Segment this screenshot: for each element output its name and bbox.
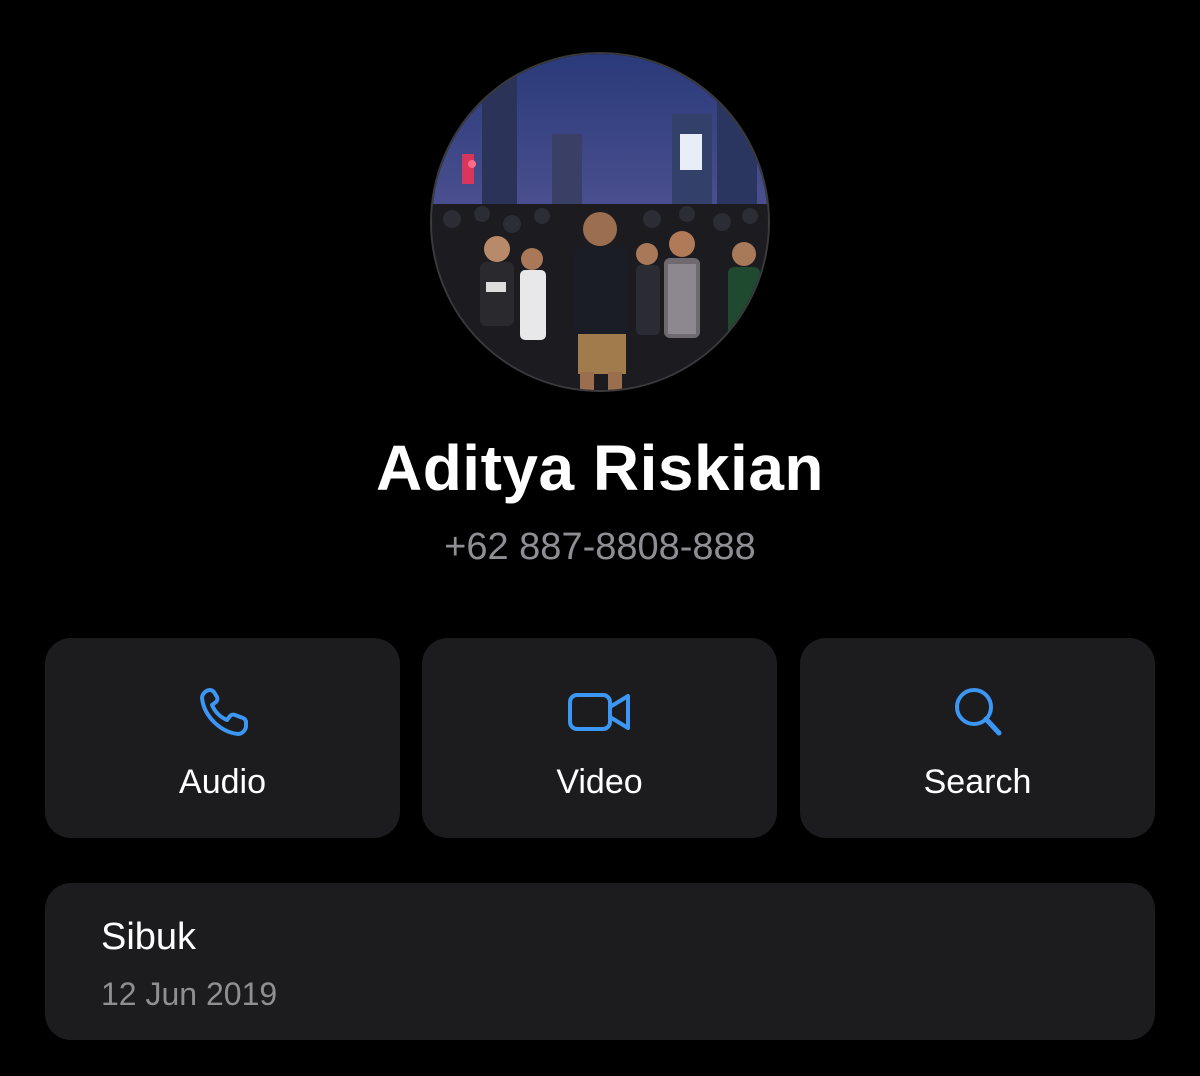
search-icon xyxy=(945,682,1011,742)
video-label: Video xyxy=(556,763,643,801)
about-card[interactable]: Sibuk 12 Jun 2019 xyxy=(45,883,1155,1040)
avatar[interactable] xyxy=(432,54,768,390)
contact-name: Aditya Riskian xyxy=(375,432,825,504)
video-button[interactable]: Video xyxy=(422,638,777,838)
action-buttons: Audio Video Search xyxy=(45,638,1155,838)
audio-label: Audio xyxy=(179,763,266,801)
contact-phone[interactable]: +62 887-8808-888 xyxy=(0,522,1200,572)
profile-photo xyxy=(432,54,768,390)
about-date: 12 Jun 2019 xyxy=(101,976,278,1012)
video-camera-icon xyxy=(567,682,633,742)
search-button[interactable]: Search xyxy=(800,638,1155,838)
about-text: Sibuk xyxy=(101,916,197,958)
phone-icon xyxy=(190,682,256,742)
audio-button[interactable]: Audio xyxy=(45,638,400,838)
search-label: Search xyxy=(923,763,1032,801)
